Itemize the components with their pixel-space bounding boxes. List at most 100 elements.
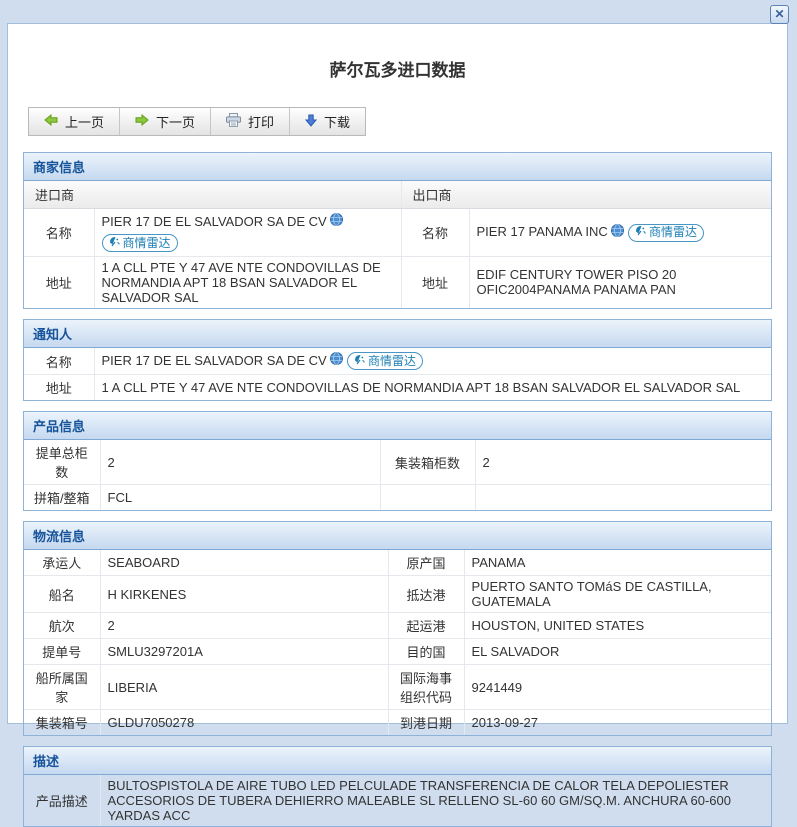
notify-address-value: 1 A CLL PTE Y 47 AVE NTE CONDOVILLAS DE … xyxy=(94,375,771,401)
arrow-down-icon xyxy=(305,114,317,130)
section-notify-header: 通知人 xyxy=(24,320,771,348)
field-value xyxy=(475,485,771,511)
notify-name-label: 名称 xyxy=(24,348,94,375)
section-merchant: 商家信息 进口商 出口商 名称 PIER 17 DE EL SALVADOR S… xyxy=(23,152,772,309)
globe-icon[interactable] xyxy=(330,212,343,232)
importer-name-value: PIER 17 DE EL SALVADOR SA DE CV xyxy=(102,214,327,229)
radar-badge-label: 商情雷达 xyxy=(368,352,416,371)
field-label: 目的国 xyxy=(388,639,464,665)
dialog-panel: 萨尔瓦多进口数据 上一页 下一页 打印 下载 商家信息 进口商 出口商 xyxy=(7,23,788,724)
field-label: 提单号 xyxy=(24,639,100,665)
importer-header: 进口商 xyxy=(24,181,401,209)
page-title: 萨尔瓦多进口数据 xyxy=(8,56,787,81)
section-logistics-header: 物流信息 xyxy=(24,522,771,550)
field-value: 2013-09-27 xyxy=(464,710,771,736)
field-label: 船所属国家 xyxy=(24,665,100,710)
section-description: 描述 产品描述 BULTOSPISTOLA DE AIRE TUBO LED P… xyxy=(23,746,772,827)
field-label: 船名 xyxy=(24,576,100,613)
next-page-button[interactable]: 下一页 xyxy=(119,108,210,135)
logistics-table: 承运人 SEABOARD 原产国 PANAMA 船名 H KIRKENES 抵达… xyxy=(24,550,771,735)
table-row: 航次 2 起运港 HOUSTON, UNITED STATES xyxy=(24,613,771,639)
field-value: GLDU7050278 xyxy=(100,710,388,736)
section-product: 产品信息 提单总柜数 2 集装箱柜数 2 拼箱/整箱 FCL xyxy=(23,411,772,511)
field-label: 到港日期 xyxy=(388,710,464,736)
section-logistics: 物流信息 承运人 SEABOARD 原产国 PANAMA 船名 H KIRKEN… xyxy=(23,521,772,736)
radar-dish-icon xyxy=(109,234,120,253)
field-value: 9241449 xyxy=(464,665,771,710)
field-label: 提单总柜数 xyxy=(24,440,100,485)
radar-badge-label: 商情雷达 xyxy=(123,234,171,253)
importer-name-label: 名称 xyxy=(24,209,94,257)
section-product-header: 产品信息 xyxy=(24,412,771,440)
field-value: PUERTO SANTO TOMáS DE CASTILLA, GUATEMAL… xyxy=(464,576,771,613)
toolbar: 上一页 下一页 打印 下载 xyxy=(28,107,366,136)
radar-dish-icon xyxy=(635,223,646,242)
field-value: HOUSTON, UNITED STATES xyxy=(464,613,771,639)
table-row: 产品描述 BULTOSPISTOLA DE AIRE TUBO LED PELC… xyxy=(24,775,771,826)
notify-table: 名称 PIER 17 DE EL SALVADOR SA DE CV 商情雷达 … xyxy=(24,348,771,401)
radar-badge[interactable]: 商情雷达 xyxy=(102,234,178,252)
table-row: 名称 PIER 17 DE EL SALVADOR SA DE CV 商情雷达 xyxy=(24,348,771,375)
importer-address-value: 1 A CLL PTE Y 47 AVE NTE CONDOVILLAS DE … xyxy=(94,256,401,308)
table-row: 承运人 SEABOARD 原产国 PANAMA xyxy=(24,550,771,576)
field-label xyxy=(380,485,475,511)
radar-badge[interactable]: 商情雷达 xyxy=(628,224,704,242)
field-value: PANAMA xyxy=(464,550,771,576)
notify-address-label: 地址 xyxy=(24,375,94,401)
print-button[interactable]: 打印 xyxy=(210,108,289,135)
table-row: 船所属国家 LIBERIA 国际海事组织代码 9241449 xyxy=(24,665,771,710)
field-label: 国际海事组织代码 xyxy=(388,665,464,710)
merchant-subheader-row: 进口商 出口商 xyxy=(24,181,771,209)
merchant-table: 进口商 出口商 名称 PIER 17 DE EL SALVADOR SA DE … xyxy=(24,181,771,308)
download-button[interactable]: 下载 xyxy=(289,108,365,135)
exporter-name-value: PIER 17 PANAMA INC xyxy=(477,224,608,239)
field-value: 2 xyxy=(100,613,388,639)
field-value: 2 xyxy=(100,440,380,485)
field-value: H KIRKENES xyxy=(100,576,388,613)
prev-page-label: 上一页 xyxy=(65,112,104,131)
description-value: BULTOSPISTOLA DE AIRE TUBO LED PELCULADE… xyxy=(100,775,771,826)
globe-icon[interactable] xyxy=(611,223,624,243)
prev-page-button[interactable]: 上一页 xyxy=(29,108,119,135)
field-label: 原产国 xyxy=(388,550,464,576)
exporter-address-value: EDIF CENTURY TOWER PISO 20 OFIC2004PANAM… xyxy=(469,256,771,308)
field-label: 抵达港 xyxy=(388,576,464,613)
printer-icon xyxy=(226,113,241,130)
exporter-name-label: 名称 xyxy=(401,209,469,257)
field-value: SMLU3297201A xyxy=(100,639,388,665)
exporter-header: 出口商 xyxy=(401,181,771,209)
globe-icon[interactable] xyxy=(330,351,343,371)
field-value: FCL xyxy=(100,485,380,511)
radar-badge[interactable]: 商情雷达 xyxy=(347,352,423,370)
close-icon: ✕ xyxy=(774,7,784,21)
field-label: 拼箱/整箱 xyxy=(24,485,100,511)
radar-dish-icon xyxy=(354,352,365,371)
radar-badge-label: 商情雷达 xyxy=(649,223,697,242)
field-value: SEABOARD xyxy=(100,550,388,576)
table-row: 提单总柜数 2 集装箱柜数 2 xyxy=(24,440,771,485)
field-label: 集装箱柜数 xyxy=(380,440,475,485)
product-table: 提单总柜数 2 集装箱柜数 2 拼箱/整箱 FCL xyxy=(24,440,771,510)
arrow-right-icon xyxy=(135,114,149,129)
arrow-left-icon xyxy=(44,114,58,129)
download-label: 下载 xyxy=(324,112,350,131)
field-label: 起运港 xyxy=(388,613,464,639)
table-row: 提单号 SMLU3297201A 目的国 EL SALVADOR xyxy=(24,639,771,665)
notify-name-value: PIER 17 DE EL SALVADOR SA DE CV xyxy=(102,353,327,368)
section-notify: 通知人 名称 PIER 17 DE EL SALVADOR SA DE CV 商… xyxy=(23,319,772,402)
field-value: LIBERIA xyxy=(100,665,388,710)
exporter-address-label: 地址 xyxy=(401,256,469,308)
field-value: EL SALVADOR xyxy=(464,639,771,665)
description-label: 产品描述 xyxy=(24,775,100,826)
next-page-label: 下一页 xyxy=(156,112,195,131)
table-row: 拼箱/整箱 FCL xyxy=(24,485,771,511)
field-label: 承运人 xyxy=(24,550,100,576)
section-description-header: 描述 xyxy=(24,747,771,775)
table-row: 集装箱号 GLDU7050278 到港日期 2013-09-27 xyxy=(24,710,771,736)
print-label: 打印 xyxy=(248,112,274,131)
table-row: 地址 1 A CLL PTE Y 47 AVE NTE CONDOVILLAS … xyxy=(24,375,771,401)
table-row: 船名 H KIRKENES 抵达港 PUERTO SANTO TOMáS DE … xyxy=(24,576,771,613)
field-value: 2 xyxy=(475,440,771,485)
close-button[interactable]: ✕ xyxy=(770,5,789,24)
field-label: 集装箱号 xyxy=(24,710,100,736)
